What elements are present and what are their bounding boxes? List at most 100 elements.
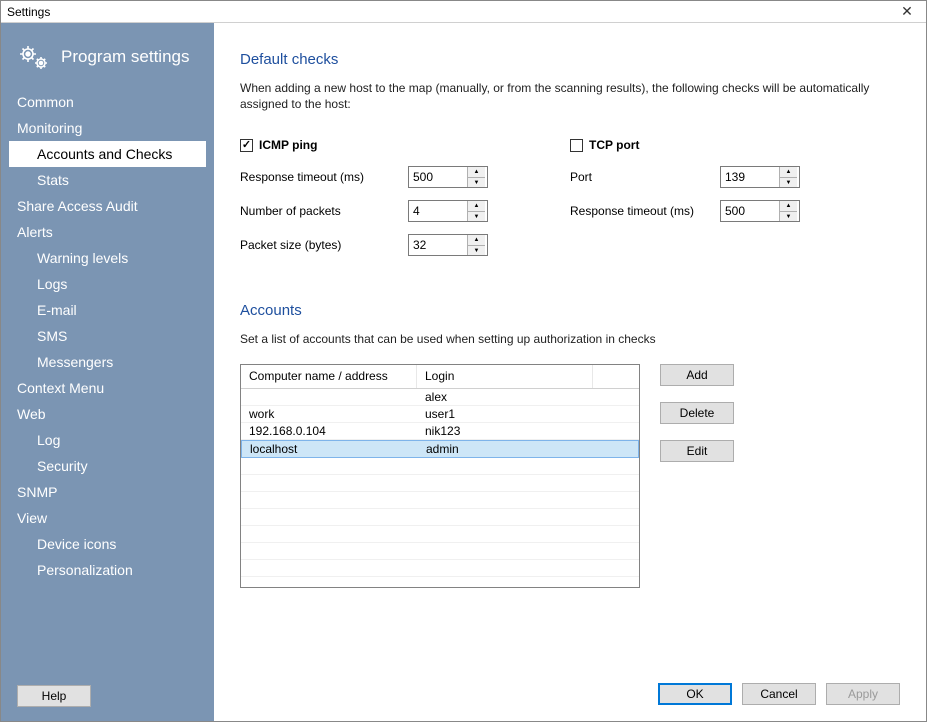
spinner-down-icon[interactable]: ▼	[468, 178, 485, 188]
accounts-layout: Computer name / address Login alexworkus…	[240, 364, 900, 588]
tcp-response-timeout-row: Response timeout (ms) ▲ ▼	[570, 200, 900, 222]
sidebar-item-log[interactable]: Log	[9, 427, 206, 453]
spinner-up-icon[interactable]: ▲	[780, 167, 797, 178]
spinner-down-icon[interactable]: ▼	[780, 178, 797, 188]
icmp-packets-input[interactable]	[409, 201, 467, 221]
table-row-empty	[241, 560, 639, 577]
titlebar: Settings ✕	[1, 1, 926, 23]
sidebar-item-monitoring[interactable]: Monitoring	[9, 115, 206, 141]
spinner-down-icon[interactable]: ▼	[468, 246, 485, 256]
icmp-packets-label: Number of packets	[240, 204, 408, 218]
cell-computer: 192.168.0.104	[241, 424, 417, 438]
icmp-packet-size-input[interactable]	[409, 235, 467, 255]
checks-row: ICMP ping Response timeout (ms) ▲ ▼ Numb…	[240, 138, 900, 268]
table-row[interactable]: alex	[241, 389, 639, 406]
cell-computer: work	[241, 407, 417, 421]
cell-computer: localhost	[242, 442, 418, 456]
icmp-packets-spinner[interactable]: ▲ ▼	[408, 200, 488, 222]
spinner-down-icon[interactable]: ▼	[780, 212, 797, 222]
tcp-response-timeout-label: Response timeout (ms)	[570, 204, 720, 218]
sidebar-item-alerts[interactable]: Alerts	[9, 219, 206, 245]
grid-header: Computer name / address Login	[241, 365, 639, 389]
accounts-grid[interactable]: Computer name / address Login alexworkus…	[240, 364, 640, 588]
default-checks-title: Default checks	[240, 51, 900, 68]
tcp-column: TCP port Port ▲ ▼ Response timeout (ms)	[570, 138, 900, 268]
sidebar-item-warning-levels[interactable]: Warning levels	[9, 245, 206, 271]
grid-body: alexworkuser1192.168.0.104nik123localhos…	[241, 389, 639, 577]
sidebar: Program settings CommonMonitoringAccount…	[1, 23, 214, 721]
sidebar-item-snmp[interactable]: SNMP	[9, 479, 206, 505]
delete-button[interactable]: Delete	[660, 402, 734, 424]
table-row[interactable]: 192.168.0.104nik123	[241, 423, 639, 440]
spinner-up-icon[interactable]: ▲	[780, 201, 797, 212]
close-icon[interactable]: ✕	[892, 3, 922, 20]
sidebar-item-logs[interactable]: Logs	[9, 271, 206, 297]
accounts-title: Accounts	[240, 302, 900, 319]
tcp-port-spinner[interactable]: ▲ ▼	[720, 166, 800, 188]
accounts-description: Set a list of accounts that can be used …	[240, 331, 900, 347]
tcp-label: TCP port	[589, 138, 639, 152]
icmp-label: ICMP ping	[259, 138, 317, 152]
table-row[interactable]: localhostadmin	[241, 440, 639, 458]
accounts-actions: Add Delete Edit	[660, 364, 734, 588]
tcp-checkbox[interactable]	[570, 139, 583, 152]
icmp-response-timeout-spinner[interactable]: ▲ ▼	[408, 166, 488, 188]
ok-button[interactable]: OK	[658, 683, 732, 705]
sidebar-item-accounts-and-checks[interactable]: Accounts and Checks	[9, 141, 206, 167]
tcp-response-timeout-spinner[interactable]: ▲ ▼	[720, 200, 800, 222]
table-row-empty	[241, 526, 639, 543]
sidebar-header: Program settings	[9, 37, 206, 89]
cell-login: alex	[417, 390, 593, 404]
sidebar-item-stats[interactable]: Stats	[9, 167, 206, 193]
icmp-checkbox[interactable]	[240, 139, 253, 152]
table-row-empty	[241, 492, 639, 509]
table-row-empty	[241, 475, 639, 492]
tcp-port-input[interactable]	[721, 167, 779, 187]
sidebar-item-device-icons[interactable]: Device icons	[9, 531, 206, 557]
cell-login: admin	[418, 442, 594, 456]
icmp-response-timeout-label: Response timeout (ms)	[240, 170, 408, 184]
icmp-packet-size-spinner[interactable]: ▲ ▼	[408, 234, 488, 256]
sidebar-item-personalization[interactable]: Personalization	[9, 557, 206, 583]
tcp-header: TCP port	[570, 138, 900, 152]
sidebar-item-context-menu[interactable]: Context Menu	[9, 375, 206, 401]
sidebar-item-web[interactable]: Web	[9, 401, 206, 427]
spinner-down-icon[interactable]: ▼	[468, 212, 485, 222]
dialog-footer: OK Cancel Apply	[658, 683, 900, 705]
sidebar-item-security[interactable]: Security	[9, 453, 206, 479]
sidebar-heading: Program settings	[61, 47, 190, 67]
sidebar-item-share-access-audit[interactable]: Share Access Audit	[9, 193, 206, 219]
main-layout: Program settings CommonMonitoringAccount…	[1, 23, 926, 721]
sidebar-item-view[interactable]: View	[9, 505, 206, 531]
add-button[interactable]: Add	[660, 364, 734, 386]
tcp-port-row: Port ▲ ▼	[570, 166, 900, 188]
icmp-packet-size-label: Packet size (bytes)	[240, 238, 408, 252]
icmp-packets-row: Number of packets ▲ ▼	[240, 200, 570, 222]
table-row-empty	[241, 543, 639, 560]
column-login[interactable]: Login	[417, 365, 593, 388]
cancel-button[interactable]: Cancel	[742, 683, 816, 705]
icmp-response-timeout-input[interactable]	[409, 167, 467, 187]
table-row[interactable]: workuser1	[241, 406, 639, 423]
spinner-up-icon[interactable]: ▲	[468, 201, 485, 212]
cell-login: nik123	[417, 424, 593, 438]
table-row-empty	[241, 458, 639, 475]
spinner-up-icon[interactable]: ▲	[468, 235, 485, 246]
icmp-column: ICMP ping Response timeout (ms) ▲ ▼ Numb…	[240, 138, 570, 268]
window-title: Settings	[5, 5, 50, 19]
sidebar-item-sms[interactable]: SMS	[9, 323, 206, 349]
tcp-port-label: Port	[570, 170, 720, 184]
apply-button[interactable]: Apply	[826, 683, 900, 705]
sidebar-item-e-mail[interactable]: E-mail	[9, 297, 206, 323]
sidebar-item-common[interactable]: Common	[9, 89, 206, 115]
edit-button[interactable]: Edit	[660, 440, 734, 462]
accounts-section: Accounts Set a list of accounts that can…	[240, 302, 900, 587]
column-computer[interactable]: Computer name / address	[241, 365, 417, 388]
cell-login: user1	[417, 407, 593, 421]
spinner-up-icon[interactable]: ▲	[468, 167, 485, 178]
icmp-header: ICMP ping	[240, 138, 570, 152]
sidebar-nav: CommonMonitoringAccounts and ChecksStats…	[9, 89, 206, 679]
tcp-response-timeout-input[interactable]	[721, 201, 779, 221]
sidebar-item-messengers[interactable]: Messengers	[9, 349, 206, 375]
help-button[interactable]: Help	[17, 685, 91, 707]
